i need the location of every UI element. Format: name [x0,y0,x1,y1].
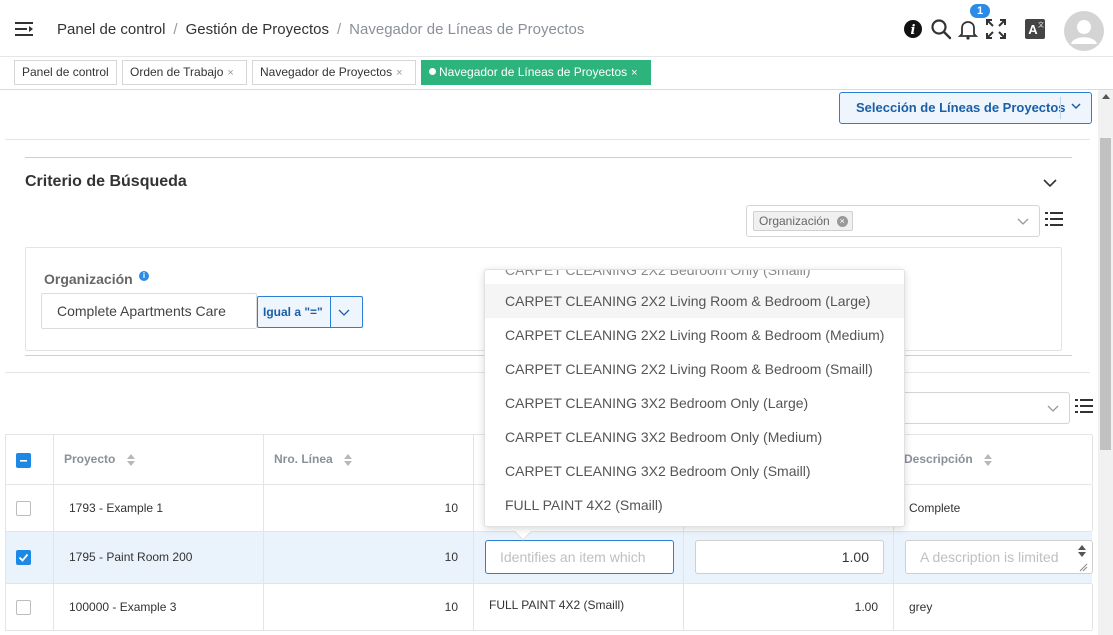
table-row[interactable]: 1795 - Paint Room 200 10 Identifies an i… [5,532,1093,584]
chevron-down-icon [338,309,350,316]
top-header: Panel de control / Gestión de Proyectos / Na… [0,0,1113,57]
breadcrumb-item-dashboard[interactable]: Panel de control [57,21,165,38]
dropdown-option[interactable]: CARPET CLEANING 2X2 Living Room & Bedroo… [485,318,904,352]
cell-description: grey [894,584,1093,630]
dropdown-option[interactable]: CARPET CLEANING 3X2 Bedroom Only (Smaill… [485,454,904,488]
selected-criteria-chip: Organización × [753,211,853,231]
list-icon[interactable] [1045,211,1063,227]
cell-project: 1795 - Paint Room 200 [54,532,264,583]
cell-line-number: 10 [264,485,474,531]
row-checkbox[interactable] [16,550,31,565]
dropdown-option[interactable]: FULL PAINT 4X2 (Smaill) [485,488,904,522]
info-icon[interactable]: i [139,271,149,281]
chevron-down-icon[interactable] [1042,177,1058,189]
tab-project-browser[interactable]: Navegador de Proyectos × [252,60,416,85]
translate-icon[interactable]: A 文 [1024,18,1046,40]
product-input[interactable]: Identifies an item which [485,540,674,574]
chevron-down-icon [1017,218,1029,225]
info-icon[interactable]: i [902,18,924,40]
user-avatar[interactable] [1064,11,1104,51]
chevron-down-icon [1071,103,1081,110]
tab-label: Navegador de Proyectos [260,65,393,79]
search-criteria-title: Criterio de Búsqueda [25,173,187,190]
dropdown-option[interactable]: CARPET CLEANING 3X2 Bedroom Only (Medium… [485,420,904,454]
dropdown-option[interactable]: CARPET CLEANING 2X2 Living Room & Bedroo… [485,284,904,318]
sort-icon[interactable] [343,453,353,467]
notification-badge: 1 [970,4,990,18]
close-icon[interactable]: × [631,67,637,79]
svg-text:i: i [911,23,916,38]
tab-work-order[interactable]: Orden de Trabajo × [122,60,247,85]
organization-label: Organización [44,271,133,287]
criteria-field-select[interactable]: Organización × [746,205,1040,237]
bell-icon[interactable] [957,18,979,40]
breadcrumb-item-project-management[interactable]: Gestión de Proyectos [186,21,329,38]
tab-dashboard[interactable]: Panel de control [14,60,117,85]
tab-label: Orden de Trabajo [130,65,224,79]
row-checkbox[interactable] [16,600,31,615]
product-dropdown-list[interactable]: CARPET CLEANING 2X2 Bedroom Only (Smaill… [484,269,905,527]
sort-icon[interactable] [126,453,136,467]
cell-line-number: 10 [264,532,474,583]
minus-icon [20,460,27,462]
active-dot-icon [429,68,436,75]
breadcrumb: Panel de control / Gestión de Proyectos / Na… [57,21,585,38]
check-icon [18,553,29,562]
row-checkbox[interactable] [16,501,31,516]
quantity-input[interactable]: 1.00 [695,540,884,574]
column-header-project[interactable]: Proyecto [54,435,264,484]
column-label: Descripción [904,452,973,466]
svg-text:A: A [1028,22,1038,37]
column-label: Nro. Línea [274,452,333,466]
selection-button-label: Selección de Líneas de Proyectos [856,100,1066,115]
remove-chip-icon[interactable]: × [836,216,848,227]
search-icon[interactable] [930,18,952,40]
close-icon[interactable]: × [227,67,233,79]
breadcrumb-item-current: Navegador de Líneas de Proyectos [349,21,585,38]
stepper-icon[interactable] [1077,544,1087,558]
user-icon [1071,20,1097,44]
dropdown-option[interactable]: CARPET CLEANING 2X2 Living Room & Bedroo… [485,352,904,386]
chip-label: Organización [759,214,830,228]
column-select[interactable] [880,392,1070,424]
tab-label: Panel de control [22,65,109,79]
vertical-scrollbar[interactable] [1098,90,1113,635]
description-placeholder: A description is limited [920,549,1059,565]
cell-product: FULL PAINT 4X2 (Smaill) [474,584,684,630]
table-row[interactable]: 100000 - Example 3 10 FULL PAINT 4X2 (Sm… [5,584,1093,631]
divider [5,139,1090,140]
cell-project: 100000 - Example 3 [54,584,264,630]
column-header-description[interactable]: Descripción [894,435,1093,484]
scroll-up-arrow-icon[interactable] [1102,94,1110,99]
divider [25,157,1072,158]
menu-toggle-icon[interactable] [14,20,34,38]
column-label: Proyecto [64,452,116,466]
column-header-line-number[interactable]: Nro. Línea [264,435,474,484]
operator-value: Igual a "=" [263,305,323,319]
list-icon[interactable] [1075,398,1093,414]
operator-select[interactable]: Igual a "=" [257,296,363,328]
cell-description: Complete [894,485,1093,531]
scrollbar-thumb[interactable] [1100,138,1111,450]
fullscreen-icon[interactable] [985,18,1007,40]
tab-label: Navegador de Líneas de Proyectos [439,65,628,79]
select-all-checkbox[interactable] [16,453,31,468]
cell-quantity: 1.00 [684,584,894,630]
cell-project: 1793 - Example 1 [54,485,264,531]
description-textarea[interactable]: A description is limited [905,540,1093,574]
close-icon[interactable]: × [396,67,402,79]
project-lines-selection-button[interactable]: Selección de Líneas de Proyectos [839,92,1092,124]
tab-project-lines-browser[interactable]: Navegador de Líneas de Proyectos × [421,60,651,85]
chevron-down-icon [1047,405,1059,412]
svg-text:文: 文 [1038,21,1044,29]
organization-field[interactable]: Complete Apartments Care [41,293,257,329]
resize-handle-icon[interactable] [1078,562,1088,572]
cell-line-number: 10 [264,584,474,630]
product-input-placeholder: Identifies an item which [500,549,646,565]
dropdown-option[interactable]: CARPET CLEANING 3X2 Bedroom Only (Large) [485,386,904,420]
open-tabs-bar: Panel de control Orden de Trabajo × Naveg… [0,57,1113,90]
sort-icon[interactable] [983,453,993,467]
